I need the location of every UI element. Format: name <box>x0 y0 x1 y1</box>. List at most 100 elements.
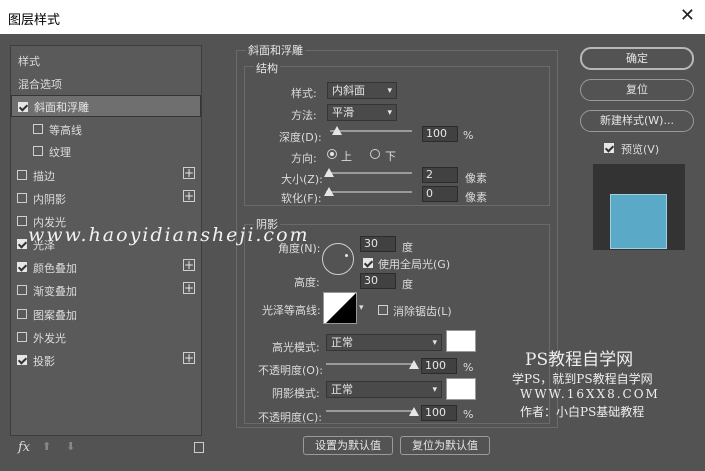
soften-slider-thumb[interactable] <box>324 187 334 196</box>
move-down-icon[interactable]: ⬇ <box>66 440 75 453</box>
watermark-url: www.haoyidiansheji.com <box>28 224 310 246</box>
highlight-mode-select[interactable]: 正常 ▾ <box>326 334 442 351</box>
fx-icon[interactable]: fx <box>18 440 30 455</box>
style-list-checkbox[interactable] <box>18 102 28 112</box>
window-title: 图层样式 <box>8 13 61 28</box>
shadow-opacity-slider[interactable] <box>326 410 414 412</box>
style-list-label: 纹理 <box>49 146 71 159</box>
angle-unit: 度 <box>402 241 413 254</box>
depth-label: 深度(D): <box>279 131 322 144</box>
highlight-opacity-input[interactable]: 100 <box>421 358 457 374</box>
preview-checkbox[interactable] <box>604 143 614 153</box>
highlight-mode-value: 正常 <box>331 336 353 349</box>
style-list-label: 颜色叠加 <box>33 262 77 275</box>
style-list-item[interactable]: 外发光 <box>11 326 201 348</box>
style-list-label: 外发光 <box>33 332 66 345</box>
set-default-button[interactable]: 设置为默认值 <box>303 436 393 455</box>
style-list-item[interactable]: 纹理 <box>11 140 201 162</box>
style-label: 样式: <box>291 87 317 100</box>
shadow-color-swatch[interactable] <box>446 378 476 400</box>
style-list-checkbox[interactable] <box>17 239 27 249</box>
size-input[interactable]: 2 <box>422 167 458 183</box>
angle-input[interactable]: 30 <box>360 236 396 252</box>
preview-box <box>593 164 685 250</box>
add-effect-icon[interactable]: + <box>183 259 195 271</box>
antialias-label: 消除锯齿(L) <box>393 305 452 318</box>
style-list-item[interactable]: 混合选项 <box>11 72 201 94</box>
style-list-checkbox[interactable] <box>17 285 27 295</box>
shadow-mode-select[interactable]: 正常 ▾ <box>326 381 442 398</box>
gloss-contour-picker[interactable] <box>323 292 357 324</box>
style-list-item[interactable]: 颜色叠加 + <box>11 256 201 278</box>
preview-label: 预览(V) <box>621 143 660 156</box>
soften-slider[interactable] <box>326 191 412 193</box>
style-list-checkbox[interactable] <box>17 332 27 342</box>
style-list-checkbox[interactable] <box>33 146 43 156</box>
depth-slider[interactable] <box>330 130 412 132</box>
angle-dial-dot <box>345 254 348 257</box>
contour-curve-icon <box>326 293 356 323</box>
direction-up-label: 上 <box>341 150 352 163</box>
ok-button[interactable]: 确定 <box>580 47 694 70</box>
style-list-item[interactable]: 样式 <box>11 49 201 71</box>
size-slider[interactable] <box>326 172 412 174</box>
depth-input[interactable]: 100 <box>422 126 458 142</box>
direction-label: 方向: <box>291 152 317 165</box>
direction-up-radio[interactable] <box>327 149 337 159</box>
reset-button[interactable]: 复位 <box>580 79 694 101</box>
style-list-item[interactable]: 渐变叠加 + <box>11 279 201 301</box>
style-list-label: 投影 <box>33 355 55 368</box>
chevron-down-icon[interactable]: ▾ <box>359 303 364 313</box>
shadow-opacity-unit: % <box>463 408 474 421</box>
style-list-checkbox[interactable] <box>17 216 27 226</box>
style-list-item[interactable]: 投影 + <box>11 349 201 371</box>
left-bottom-toolbar: fx ⬆ ⬇ <box>10 438 210 460</box>
add-effect-icon[interactable]: + <box>183 282 195 294</box>
depth-slider-thumb[interactable] <box>332 126 342 135</box>
shadow-opacity-thumb[interactable] <box>409 407 419 416</box>
style-list-item[interactable]: 内阴影 + <box>11 187 201 209</box>
style-list-checkbox[interactable] <box>17 309 27 319</box>
style-list-checkbox[interactable] <box>17 193 27 203</box>
technique-select-value: 平滑 <box>332 106 354 119</box>
add-effect-icon[interactable]: + <box>183 167 195 179</box>
soften-label: 软化(F): <box>281 192 322 205</box>
style-list-checkbox[interactable] <box>33 124 43 134</box>
style-list-checkbox[interactable] <box>17 262 27 272</box>
technique-select[interactable]: 平滑 ▾ <box>327 104 397 121</box>
move-up-icon[interactable]: ⬆ <box>42 440 51 453</box>
altitude-input[interactable]: 30 <box>360 273 396 289</box>
direction-down-radio[interactable] <box>370 149 380 159</box>
chevron-down-icon: ▾ <box>387 108 392 118</box>
soften-input[interactable]: 0 <box>422 186 458 202</box>
highlight-opacity-unit: % <box>463 361 474 374</box>
style-list-checkbox[interactable] <box>17 355 27 365</box>
shadow-opacity-input[interactable]: 100 <box>421 405 457 421</box>
trash-icon[interactable] <box>194 442 204 453</box>
add-effect-icon[interactable]: + <box>183 352 195 364</box>
shadow-mode-value: 正常 <box>331 383 353 396</box>
depth-unit: % <box>463 129 474 142</box>
shadow-mode-label: 阴影模式: <box>272 387 320 400</box>
style-select[interactable]: 内斜面 ▾ <box>327 82 397 99</box>
style-list-item[interactable]: 斜面和浮雕 <box>11 95 201 117</box>
highlight-opacity-thumb[interactable] <box>409 360 419 369</box>
style-list-item[interactable]: 描边 + <box>11 164 201 186</box>
highlight-color-swatch[interactable] <box>446 330 476 352</box>
close-icon[interactable]: ✕ <box>680 5 695 26</box>
size-slider-thumb[interactable] <box>324 168 334 177</box>
altitude-unit: 度 <box>402 278 413 291</box>
add-effect-icon[interactable]: + <box>183 190 195 202</box>
reset-default-button[interactable]: 复位为默认值 <box>400 436 490 455</box>
title-bar: 图层样式 ✕ <box>0 0 705 34</box>
highlight-opacity-slider[interactable] <box>326 363 414 365</box>
angle-dial[interactable] <box>322 243 354 275</box>
global-light-checkbox[interactable] <box>363 258 373 268</box>
size-label: 大小(Z): <box>281 173 323 186</box>
style-list-item[interactable]: 图案叠加 <box>11 303 201 325</box>
new-style-button[interactable]: 新建样式(W)... <box>580 110 694 132</box>
style-list-checkbox[interactable] <box>17 170 27 180</box>
style-list-item[interactable]: 等高线 <box>11 118 201 140</box>
chevron-down-icon: ▾ <box>432 338 437 348</box>
antialias-checkbox[interactable] <box>378 305 388 315</box>
